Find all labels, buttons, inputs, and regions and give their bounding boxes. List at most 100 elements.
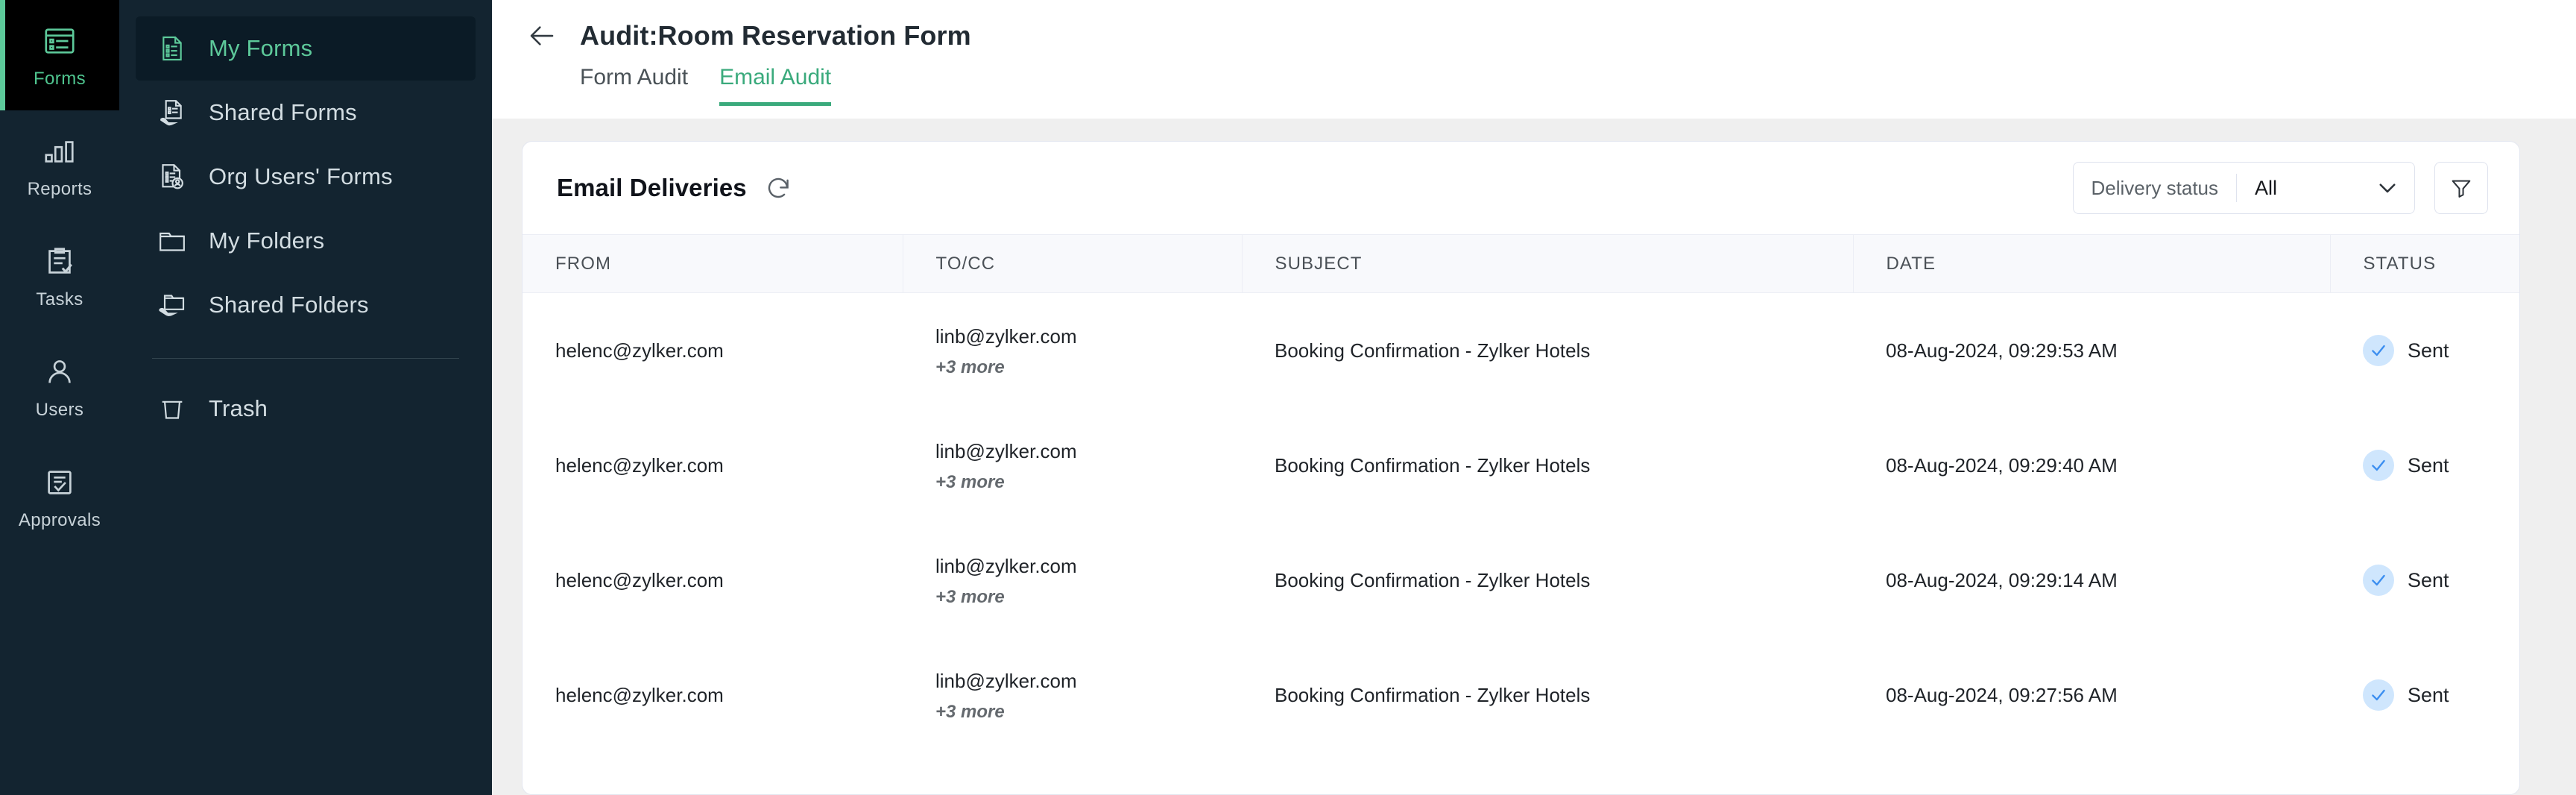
column-header-date[interactable]: DATE (1853, 234, 2331, 293)
shared-folder-icon (157, 289, 188, 321)
column-header-subject[interactable]: SUBJECT (1242, 234, 1854, 293)
delivery-status-label: Delivery status (2091, 176, 2219, 199)
shared-document-icon (157, 97, 188, 128)
table-row[interactable]: helenc@zylker.com linb@zylker.com +3 mor… (523, 408, 2519, 523)
status-badge: Sent (2408, 453, 2449, 477)
rail-item-approvals[interactable]: Approvals (0, 442, 119, 552)
delivery-status-value: All (2255, 176, 2278, 199)
column-header-status[interactable]: STATUS (2330, 235, 2519, 293)
rail-item-tasks[interactable]: Tasks (0, 221, 119, 331)
sidebar-item-my-folders[interactable]: My Folders (136, 209, 476, 273)
tocc-address: linb@zylker.com (935, 554, 1077, 577)
users-icon (41, 353, 78, 391)
sidebar-label-trash: Trash (209, 395, 268, 421)
filter-button[interactable] (2434, 162, 2488, 214)
cell-date: 08-Aug-2024, 09:27:56 AM (1886, 683, 2118, 706)
sidebar-item-my-forms[interactable]: My Forms (136, 16, 476, 81)
sidebar-label-shared-folders: Shared Folders (209, 292, 369, 318)
tab-form-audit[interactable]: Form Audit (580, 65, 688, 106)
rail-label-approvals: Approvals (18, 510, 101, 530)
check-circle-icon (2363, 335, 2394, 366)
tocc-more-count[interactable]: +3 more (935, 703, 1242, 721)
cell-subject: Booking Confirmation - Zylker Hotels (1275, 339, 1591, 362)
tocc-more-count[interactable]: +3 more (935, 588, 1242, 606)
page-header: Audit:Room Reservation Form Form Audit E… (492, 0, 2576, 119)
table-row[interactable]: helenc@zylker.com linb@zylker.com +3 mor… (523, 523, 2519, 638)
delivery-status-select[interactable]: Delivery status All (2072, 162, 2415, 214)
rail-label-users: Users (35, 400, 84, 420)
cell-tocc: linb@zylker.com +3 more (903, 523, 1242, 638)
cell-date: 08-Aug-2024, 09:29:53 AM (1886, 339, 2118, 362)
folder-icon (157, 225, 188, 257)
table-body: helenc@zylker.com linb@zylker.com +3 mor… (523, 293, 2519, 753)
tocc-address: linb@zylker.com (935, 439, 1077, 462)
approvals-icon (41, 464, 78, 501)
rail-item-users[interactable]: Users (0, 331, 119, 442)
table-row[interactable]: helenc@zylker.com linb@zylker.com +3 mor… (523, 293, 2519, 409)
tocc-address: linb@zylker.com (935, 669, 1077, 692)
sidebar-label-my-folders: My Folders (209, 227, 325, 254)
tasks-icon (41, 243, 78, 280)
cell-status: Sent (2330, 523, 2519, 638)
back-arrow-icon[interactable] (525, 19, 559, 53)
rail-label-forms: Forms (34, 69, 86, 89)
sidebar-item-shared-forms[interactable]: Shared Forms (136, 81, 476, 145)
card-title-group: Email Deliveries (557, 173, 793, 203)
rail-item-forms[interactable]: Forms (0, 0, 119, 110)
email-deliveries-table: FROM TO/CC SUBJECT DATE STATUS helenc@zy… (523, 234, 2519, 753)
content-wrap: Email Deliveries Delivery status All FRO… (492, 119, 2576, 795)
page-title: Audit:Room Reservation Form (580, 20, 971, 51)
forms-icon (41, 22, 78, 60)
status-badge: Sent (2408, 339, 2449, 362)
sidebar-item-trash[interactable]: Trash (136, 377, 476, 441)
sidebar-label-my-forms: My Forms (209, 35, 313, 61)
email-deliveries-card: Email Deliveries Delivery status All FRO… (522, 141, 2520, 795)
document-list-icon (157, 33, 188, 64)
cell-from: helenc@zylker.com (555, 453, 724, 477)
cell-from: helenc@zylker.com (555, 568, 724, 591)
cell-status: Sent (2330, 293, 2519, 409)
main-content: Audit:Room Reservation Form Form Audit E… (492, 0, 2576, 795)
card-header: Email Deliveries Delivery status All (523, 142, 2519, 234)
cell-status: Sent (2330, 408, 2519, 523)
table-header-row: FROM TO/CC SUBJECT DATE STATUS (523, 234, 2519, 293)
header-title-row: Audit:Room Reservation Form (525, 19, 2576, 53)
trash-icon (157, 393, 188, 424)
sidebar-item-org-users-forms[interactable]: Org Users' Forms (136, 145, 476, 209)
cell-date: 08-Aug-2024, 09:29:14 AM (1886, 568, 2118, 591)
tocc-address: linb@zylker.com (935, 324, 1077, 348)
primary-icon-rail: Forms Reports Tasks Users Approvals (0, 0, 119, 795)
status-badge: Sent (2408, 568, 2449, 591)
table-head: FROM TO/CC SUBJECT DATE STATUS (523, 234, 2519, 293)
refresh-icon[interactable] (763, 173, 793, 203)
cell-status: Sent (2330, 638, 2519, 752)
sidebar-item-shared-folders[interactable]: Shared Folders (136, 273, 476, 337)
secondary-sidebar: My Forms Shared Forms Org Users' Forms M… (119, 0, 492, 795)
cell-subject: Booking Confirmation - Zylker Hotels (1275, 453, 1591, 477)
audit-tabs: Form Audit Email Audit (580, 65, 2576, 106)
rail-label-reports: Reports (27, 179, 92, 199)
cell-subject: Booking Confirmation - Zylker Hotels (1275, 568, 1591, 591)
status-badge: Sent (2408, 683, 2449, 706)
tab-email-audit[interactable]: Email Audit (719, 65, 832, 106)
tocc-more-count[interactable]: +3 more (935, 359, 1242, 377)
card-title: Email Deliveries (557, 174, 747, 201)
document-user-icon (157, 161, 188, 192)
sidebar-label-org-users-forms: Org Users' Forms (209, 163, 393, 189)
cell-tocc: linb@zylker.com +3 more (903, 293, 1242, 409)
check-circle-icon (2363, 679, 2394, 711)
rail-label-tasks: Tasks (36, 289, 83, 309)
chevron-down-icon[interactable] (2371, 172, 2404, 204)
cell-from: helenc@zylker.com (555, 683, 724, 706)
sidebar-label-shared-forms: Shared Forms (209, 99, 357, 125)
card-header-controls: Delivery status All (2072, 162, 2488, 214)
column-header-from[interactable]: FROM (523, 234, 903, 293)
cell-subject: Booking Confirmation - Zylker Hotels (1275, 683, 1591, 706)
tocc-more-count[interactable]: +3 more (935, 474, 1242, 491)
table-row[interactable]: helenc@zylker.com linb@zylker.com +3 mor… (523, 638, 2519, 752)
funnel-icon (2449, 176, 2473, 200)
cell-from: helenc@zylker.com (555, 339, 724, 362)
rail-item-reports[interactable]: Reports (0, 110, 119, 221)
reports-icon (41, 133, 78, 170)
column-header-tocc[interactable]: TO/CC (903, 234, 1243, 293)
